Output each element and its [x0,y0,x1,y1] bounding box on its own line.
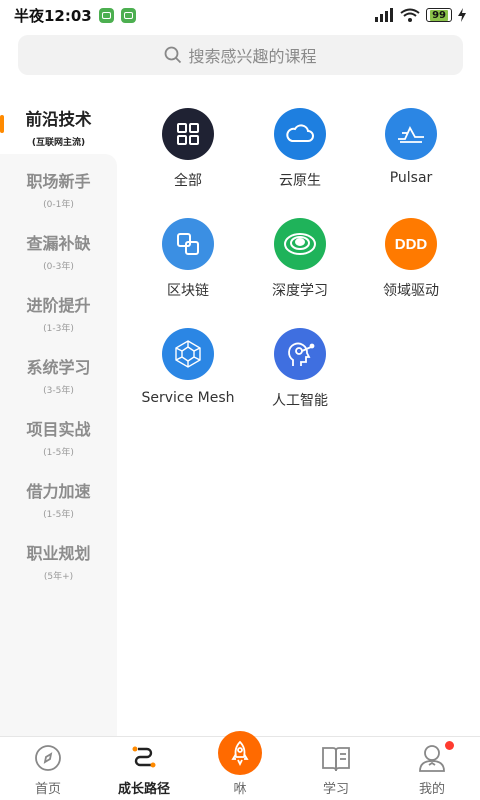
sidebar-item-projects[interactable]: 项目实战 (1-5年) [0,404,117,466]
status-time: 半夜12:03 [14,6,92,25]
category-label: 深度学习 [272,283,328,299]
rocket-icon [218,731,262,775]
category-pulsar[interactable]: Pulsar [351,108,471,186]
sidebar-item-sub: (1-5年) [43,510,74,520]
tab-growth-path[interactable]: 成长路径 [96,737,192,800]
category-label: 领域驱动 [383,283,439,299]
category-deep-learning[interactable]: 深度学习 [240,218,360,300]
app-notification-icon [98,7,114,23]
category-blockchain[interactable]: 区块链 [128,218,248,300]
ddd-icon-text: DDD [394,235,428,253]
status-bar: 半夜12:03 99 [0,0,480,30]
user-icon [419,745,445,772]
sidebar-item-advance[interactable]: 进阶提升 (1-3年) [0,280,117,342]
sidebar-item-label: 职场新手 [26,172,91,191]
cloud-icon [274,108,326,160]
search-placeholder: 搜索感兴趣的课程 [188,47,317,66]
sidebar-item-label: 系统学习 [26,358,91,377]
category-label: Pulsar [389,170,433,186]
tab-rocket[interactable]: 咻 [192,731,288,800]
tab-mine[interactable]: 我的 [384,737,480,800]
category-label: Service Mesh [141,390,235,406]
search-icon [165,46,182,64]
tab-label: 学习 [322,782,349,797]
notification-dot [445,741,454,750]
category-label: 云原生 [279,173,321,189]
blockchain-icon [162,218,214,270]
sidebar-item-label: 查漏补缺 [26,234,91,253]
battery-indicator: 99 [426,8,452,22]
sidebar-item-accelerate[interactable]: 借力加速 (1-5年) [0,466,117,528]
sidebar-item-label: 进阶提升 [26,296,91,315]
tab-label: 成长路径 [117,782,170,797]
sidebar-item-sub: (互联网主流) [31,138,86,148]
wifi-icon [400,8,420,22]
path-icon [132,746,156,768]
category-ai[interactable]: 人工智能 [240,328,360,410]
sidebar-item-label: 职业规划 [26,544,91,563]
sidebar-item-systematic[interactable]: 系统学习 (3-5年) [0,342,117,404]
category-ddd[interactable]: DDD 领域驱动 [351,218,471,300]
sidebar-item-sub: (1-3年) [43,324,74,334]
sidebar-item-sub: (5年+) [43,572,74,582]
compass-icon [35,745,61,771]
sidebar-item-fill-gaps[interactable]: 查漏补缺 (0-3年) [0,218,117,280]
category-service-mesh[interactable]: Service Mesh [128,328,248,406]
bottom-tab-bar: 首页 成长路径 咻 学习 我的 [0,731,480,800]
service-mesh-icon [162,328,214,380]
sidebar-item-label: 项目实战 [26,420,91,439]
book-icon [322,747,350,772]
sidebar-item-newcomer[interactable]: 职场新手 (0-1年) [0,156,117,218]
app-notification-icon [120,7,136,23]
tab-label: 首页 [34,782,61,797]
ai-head-icon [274,328,326,380]
category-label: 全部 [174,173,202,189]
sidebar-item-sub: (1-5年) [43,448,74,458]
tab-home[interactable]: 首页 [0,737,96,800]
sidebar-item-sub: (3-5年) [43,386,74,396]
sidebar-item-sub: (0-3年) [43,262,74,272]
sidebar-item-label: 前沿技术 [25,110,92,129]
search-bar[interactable]: 搜索感兴趣的课程 [18,35,463,75]
category-label: 人工智能 [272,393,328,409]
tab-study[interactable]: 学习 [288,737,384,800]
category-all[interactable]: 全部 [128,108,248,190]
category-cloud-native[interactable]: 云原生 [240,108,360,190]
ddd-icon: DDD [385,218,437,270]
category-sidebar: 前沿技术 (互联网主流) 职场新手 (0-1年) 查漏补缺 (0-3年) 进阶提… [0,94,117,736]
sidebar-item-sub: (0-1年) [43,200,74,210]
sidebar-item-career[interactable]: 职业规划 (5年+) [0,528,117,590]
sidebar-item-frontier-tech[interactable]: 前沿技术 (互联网主流) [0,94,117,156]
deep-learning-icon [274,218,326,270]
category-label: 区块链 [167,283,209,299]
pulsar-icon [385,108,437,160]
grid-icon [162,108,214,160]
tab-label: 咻 [233,782,247,797]
active-indicator [0,115,4,133]
signal-icon [375,8,394,22]
tab-label: 我的 [418,782,445,797]
charging-icon [458,8,466,22]
sidebar-item-label: 借力加速 [26,482,91,501]
